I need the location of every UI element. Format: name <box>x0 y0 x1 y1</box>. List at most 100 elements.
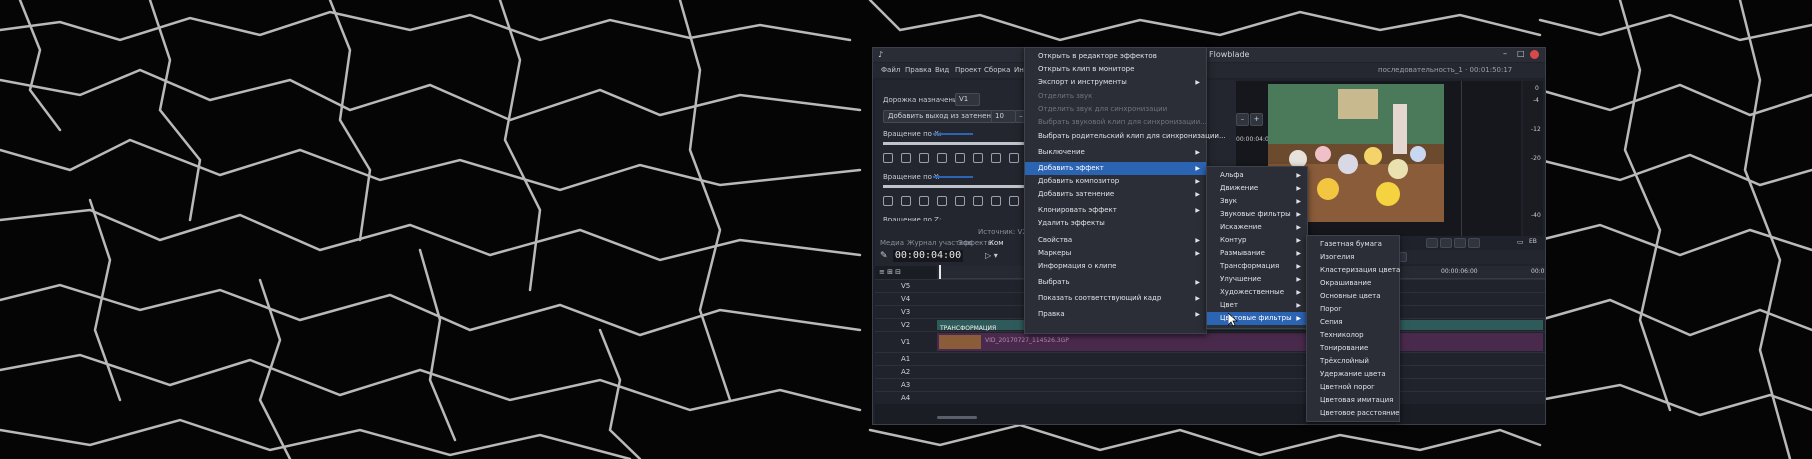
effect-group-audio[interactable]: Звук ▶ <box>1207 195 1307 208</box>
keyframe-delete-icon[interactable] <box>901 196 911 206</box>
menu-project[interactable]: Проект <box>955 66 982 74</box>
filter-color-clustering[interactable]: Кластеризация цвета <box>1307 264 1400 277</box>
filter-three-layer[interactable]: Трёхслойный <box>1307 355 1399 368</box>
filter-isohelie[interactable]: Изогелия <box>1307 251 1399 264</box>
menu-item-add-effect[interactable]: Добавить эффект ▶ <box>1025 162 1206 175</box>
menu-item-mute[interactable]: Выключение ▶ <box>1025 146 1206 159</box>
menu-item-add-fade[interactable]: Добавить затенение ▶ <box>1025 188 1206 201</box>
zoom-out-button[interactable]: – <box>1236 113 1249 126</box>
keyframe-first-icon[interactable] <box>955 196 965 206</box>
menu-item-edit[interactable]: Правка ▶ <box>1025 308 1206 321</box>
playhead[interactable] <box>939 265 941 279</box>
keyframe-add-icon[interactable] <box>883 196 893 206</box>
play-range-icon[interactable]: ▷ ▾ <box>985 251 998 260</box>
menu-item-export-tools[interactable]: Экспорт и инструменты ▶ <box>1025 76 1206 89</box>
menu-item-open-in-monitor[interactable]: Открыть клип в мониторе <box>1025 63 1206 76</box>
effect-group-distort[interactable]: Искажение ▶ <box>1207 221 1307 234</box>
monitor-mode-icon[interactable]: EB <box>1529 238 1537 245</box>
filter-tint[interactable]: Окрашивание <box>1307 277 1399 290</box>
filter-sepia[interactable]: Сепия <box>1307 316 1399 329</box>
v1-clip[interactable]: VID_20170727_114526.3GP <box>937 333 1543 351</box>
menu-item-clip-info[interactable]: Информация о клипе <box>1025 260 1206 273</box>
submenu-arrow-icon: ▶ <box>1195 191 1200 198</box>
effect-group-motion[interactable]: Движение ▶ <box>1207 182 1307 195</box>
keyframe-first-icon[interactable] <box>955 153 965 163</box>
filter-toning[interactable]: Тонирование <box>1307 342 1399 355</box>
monitor-view-icon[interactable]: ▭ <box>1517 238 1524 246</box>
tab-media[interactable]: Медиа <box>880 239 904 247</box>
mark-out-button[interactable] <box>1454 238 1466 248</box>
mark-in-button[interactable] <box>1440 238 1452 248</box>
filter-newspaper[interactable]: Газетная бумага <box>1307 238 1399 251</box>
tab-effects[interactable]: Эффекты <box>958 239 993 247</box>
effect-group-audio-filters[interactable]: Звуковые фильтры ▶ <box>1207 208 1307 221</box>
menu-edit[interactable]: Правка <box>905 66 932 74</box>
effect-group-edge[interactable]: Контур ▶ <box>1207 234 1307 247</box>
filter-color-imitation[interactable]: Цветовая имитация <box>1307 394 1399 407</box>
menu-view[interactable]: Вид <box>935 66 949 74</box>
target-track-select[interactable]: V1 <box>955 93 980 106</box>
keyframe-last-icon[interactable] <box>973 196 983 206</box>
keyframe-next-icon[interactable] <box>937 196 947 206</box>
effect-group-transform[interactable]: Трансформация ▶ <box>1207 260 1307 273</box>
effect-group-color[interactable]: Цвет ▶ <box>1207 299 1307 312</box>
filter-color-threshold[interactable]: Цветной порог <box>1307 381 1399 394</box>
menu-item-add-compositor[interactable]: Добавить композитор ▶ <box>1025 175 1206 188</box>
minimize-icon[interactable]: – <box>1503 49 1507 58</box>
keyframe-prev-icon[interactable] <box>919 196 929 206</box>
go-end-button[interactable] <box>1468 238 1480 248</box>
menu-item-remove-effects[interactable]: Удалить эффекты <box>1025 217 1206 230</box>
filter-color-distance[interactable]: Цветовое расстояние <box>1307 407 1400 420</box>
track-a4[interactable]: A4 <box>875 391 1545 404</box>
keyframe-forward-icon[interactable] <box>1009 196 1019 206</box>
rotate-y-label: Вращение по Y: <box>883 173 940 181</box>
track-v1[interactable]: V1 VID_20170727_114526.3GP <box>875 331 1545 352</box>
menu-item-markers[interactable]: Маркеры ▶ <box>1025 247 1206 260</box>
rotate-y-slider[interactable] <box>933 176 973 178</box>
menu-item-select[interactable]: Выбрать ▶ <box>1025 276 1206 289</box>
filter-primaries[interactable]: Основные цвета <box>1307 290 1399 303</box>
effect-group-blur[interactable]: Размывание ▶ <box>1207 247 1307 260</box>
menu-item-properties[interactable]: Свойства ▶ <box>1025 234 1206 247</box>
close-icon[interactable] <box>1530 50 1539 59</box>
track-a2[interactable]: A2 <box>875 365 1545 378</box>
timeline-scrollbar[interactable] <box>937 416 977 419</box>
filter-color-hold[interactable]: Удержание цвета <box>1307 368 1399 381</box>
tab-compositors[interactable]: Ком <box>989 239 1004 247</box>
keyframe-prev-icon[interactable] <box>919 153 929 163</box>
effect-group-alpha[interactable]: Альфа ▶ <box>1207 169 1307 182</box>
keyframe-back-icon[interactable] <box>991 196 1001 206</box>
track-a3[interactable]: A3 <box>875 378 1545 391</box>
filter-technicolor[interactable]: Техниколор <box>1307 329 1399 342</box>
keyframe-bar-y[interactable] <box>883 185 1043 188</box>
menu-item-select-parent-sync[interactable]: Выбрать родительский клип для синхрониза… <box>1025 130 1226 143</box>
keyframe-add-icon[interactable] <box>883 153 893 163</box>
maximize-icon[interactable]: □ <box>1517 49 1525 58</box>
keyframe-forward-icon[interactable] <box>1009 153 1019 163</box>
filter-threshold[interactable]: Порог <box>1307 303 1399 316</box>
menu-file[interactable]: Файл <box>881 66 900 74</box>
play-button[interactable] <box>1426 238 1438 248</box>
audio-meter: 0 -4 -12 -20 -40 <box>1523 81 1543 236</box>
menu-item-open-effects[interactable]: Открыть в редакторе эффектов <box>1025 50 1206 63</box>
effect-group-enhance[interactable]: Улучшение ▶ <box>1207 273 1307 286</box>
add-fade-out-button[interactable]: Добавить выход из затенения <box>883 110 1005 123</box>
effect-group-color-filters[interactable]: Цветовые фильтры ▶ <box>1207 312 1307 325</box>
rotate-x-slider[interactable] <box>933 133 973 135</box>
keyframe-delete-icon[interactable] <box>901 153 911 163</box>
effect-group-artistic[interactable]: Художественные ▶ <box>1207 286 1307 299</box>
track-actions-icon[interactable]: ≡ ⊞ ⊟ <box>879 268 901 276</box>
menu-item-clone-effect[interactable]: Клонировать эффект ▶ <box>1025 204 1206 217</box>
menu-item-show-match-frame[interactable]: Показать соответствующий кадр ▶ <box>1025 292 1206 305</box>
keyframe-last-icon[interactable] <box>973 153 983 163</box>
keyframe-next-icon[interactable] <box>937 153 947 163</box>
fade-length-input[interactable]: 10 <box>991 110 1016 123</box>
zoom-in-button[interactable]: + <box>1250 113 1263 126</box>
keyframe-bar-x[interactable] <box>883 142 1043 145</box>
sequence-info: последовательность_1 · 00:01:50:17 <box>1378 66 1513 74</box>
track-a1[interactable]: A1 <box>875 352 1545 365</box>
menu-tools[interactable]: Ин <box>1014 66 1024 74</box>
edit-tool-icon[interactable]: ✎ <box>880 251 888 261</box>
keyframe-back-icon[interactable] <box>991 153 1001 163</box>
menu-sequence[interactable]: Сборка <box>984 66 1010 74</box>
